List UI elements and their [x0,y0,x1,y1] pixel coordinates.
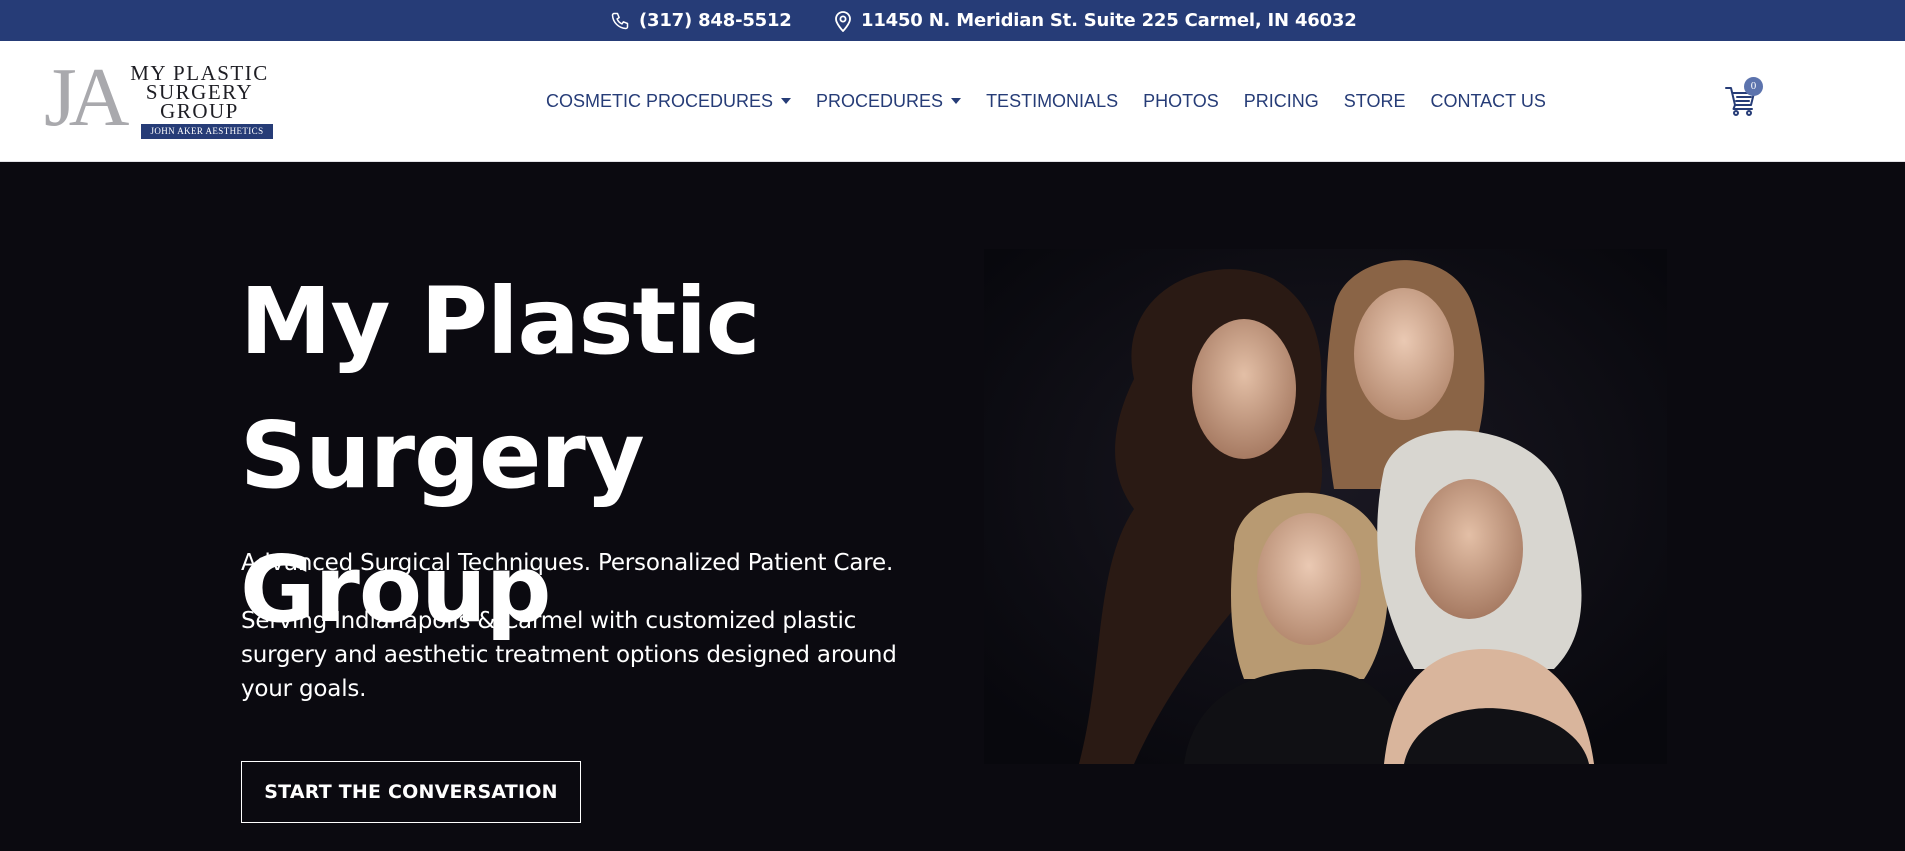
hero-description: Serving Indianapolis & Carmel with custo… [241,604,921,706]
nav-item-label: PRICING [1243,90,1319,111]
nav-item-procedures[interactable]: PROCEDURES [816,90,962,112]
address-text: 11450 N. Meridian St. Suite 225 Carmel, … [861,10,1357,31]
caret-down-icon [951,98,962,104]
hero-lead: Advanced Surgical Techniques. Personaliz… [241,550,894,576]
nav-item-label: PHOTOS [1143,90,1219,111]
nav-item-label: TESTIMONIALS [986,90,1119,111]
cart-count-badge: 0 [1744,77,1763,96]
nav-item-contact-us[interactable]: CONTACT US [1430,91,1545,112]
nav-item-pricing[interactable]: PRICING [1244,91,1319,112]
logo-wordmark: MY PLASTIC SURGERY GROUP [117,63,282,123]
main-nav: COSMETIC PROCEDURES PROCEDURES TESTIMONI… [546,41,1571,161]
nav-item-cosmetic-procedures[interactable]: COSMETIC PROCEDURES [546,90,792,112]
address-link[interactable]: 11450 N. Meridian St. Suite 225 Carmel, … [834,0,1357,41]
site-header: JA MY PLASTIC SURGERY GROUP JOHN AKER AE… [0,41,1905,162]
logo-line-3: GROUP [160,99,239,123]
logo-monogram: JA [44,51,129,144]
nav-item-label: PROCEDURES [816,90,944,111]
site-logo[interactable]: JA MY PLASTIC SURGERY GROUP JOHN AKER AE… [44,56,284,144]
nav-item-store[interactable]: STORE [1344,91,1406,112]
cart-icon [1724,87,1758,121]
hero-description-line-2: surgery and aesthetic treatment options … [241,642,897,668]
hero-description-line-1: Serving Indianapolis & Carmel with custo… [241,608,857,634]
nav-item-photos[interactable]: PHOTOS [1143,91,1219,112]
phone-icon [610,11,630,31]
cart-button[interactable]: 0 [1724,77,1763,121]
hero-section: My Plastic Surgery Group Advanced Surgic… [0,163,1905,851]
nav-item-label: CONTACT US [1430,90,1546,111]
logo-tagline: JOHN AKER AESTHETICS [141,124,273,139]
start-conversation-button[interactable]: START THE CONVERSATION [241,761,581,823]
hero-description-line-3: your goals. [241,676,367,702]
hero-title: My Plastic Surgery Group [240,255,960,657]
nav-item-label: COSMETIC PROCEDURES [546,90,774,111]
hero-photo [984,249,1667,764]
hero-title-line-1: My Plastic [240,268,760,375]
phone-link[interactable]: (317) 848-5512 [610,0,792,41]
phone-number: (317) 848-5512 [639,10,792,31]
map-pin-icon [834,10,852,32]
top-info-bar: (317) 848-5512 11450 N. Meridian St. Sui… [0,0,1905,41]
caret-down-icon [781,98,792,104]
nav-item-label: STORE [1343,90,1406,111]
nav-item-testimonials[interactable]: TESTIMONIALS [986,91,1118,112]
